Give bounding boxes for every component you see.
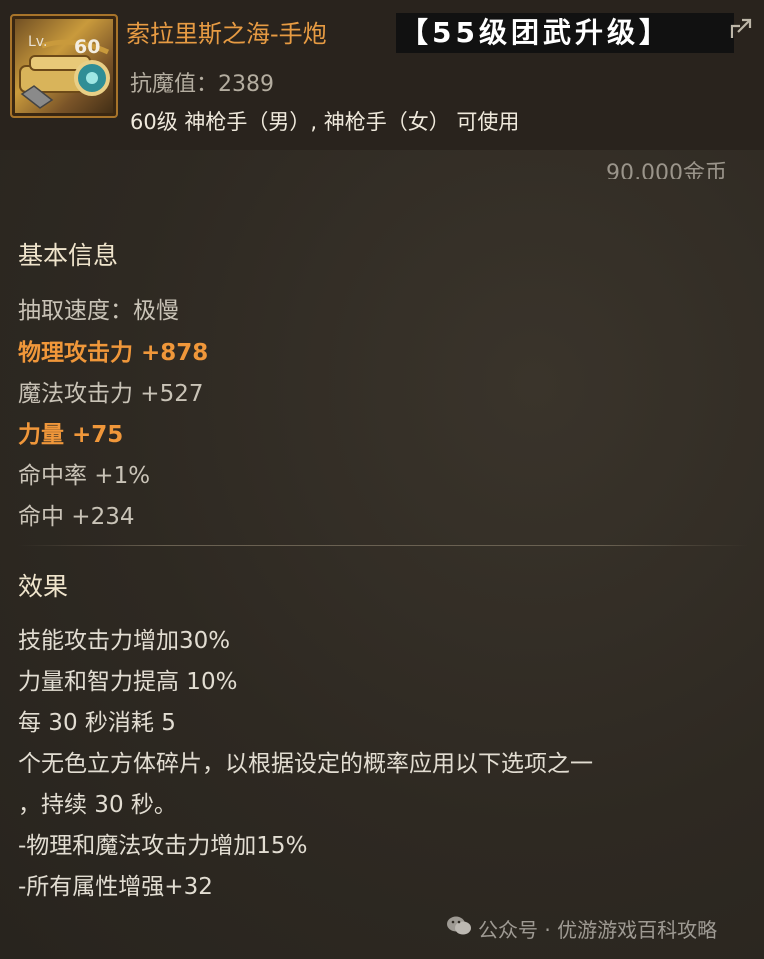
effect-line: -物理和魔法攻击力增加15%	[18, 833, 308, 859]
basic-info-title: 基本信息	[18, 241, 119, 270]
stat-strength: 力量 +75	[18, 422, 124, 448]
stat-physical-attack: 物理攻击力 +878	[18, 340, 209, 366]
level-tag: Lv.	[28, 34, 48, 50]
effects-title: 效果	[18, 572, 69, 601]
upgrade-banner: 【55级团武升级】	[396, 13, 734, 53]
effect-line: ，持续 30 秒。	[18, 792, 177, 818]
section-divider	[18, 545, 748, 546]
item-price: 90,000金币	[606, 161, 727, 179]
effect-line: 技能攻击力增加30%	[18, 628, 231, 654]
stat-hit: 命中 +234	[18, 504, 135, 530]
stat-draw-speed: 抽取速度：极慢	[18, 298, 179, 324]
magic-resist-value: 抗魔值：2389	[130, 72, 274, 97]
tooltip-header: Lv. 60 索拉里斯之海-手炮 【55级团武升级】 抗魔值：2389 60级 …	[0, 0, 764, 150]
effect-line: 每 30 秒消耗 5	[18, 710, 176, 736]
item-name: 索拉里斯之海-手炮	[126, 20, 327, 48]
watermark-text: 公众号 · 优游游戏百科攻略	[478, 918, 718, 942]
effect-line: -所有属性增强+32	[18, 874, 213, 900]
share-icon[interactable]	[728, 16, 754, 46]
effect-line: 力量和智力提高 10%	[18, 669, 238, 695]
stat-hit-rate: 命中率 +1%	[18, 463, 151, 489]
effect-line: 个无色立方体碎片，以根据设定的概率应用以下选项之一	[18, 751, 593, 777]
wechat-icon	[446, 915, 472, 942]
class-requirement: 60级 神枪手（男）, 神枪手（女） 可使用	[130, 110, 520, 134]
hand-cannon-icon[interactable]: Lv. 60	[10, 14, 118, 118]
stat-magic-attack: 魔法攻击力 +527	[18, 381, 204, 407]
item-level: 60	[74, 36, 101, 58]
wechat-watermark: 公众号 · 优游游戏百科攻略	[446, 914, 717, 943]
item-tooltip: Lv. 60 索拉里斯之海-手炮 【55级团武升级】 抗魔值：2389 60级 …	[0, 0, 764, 959]
